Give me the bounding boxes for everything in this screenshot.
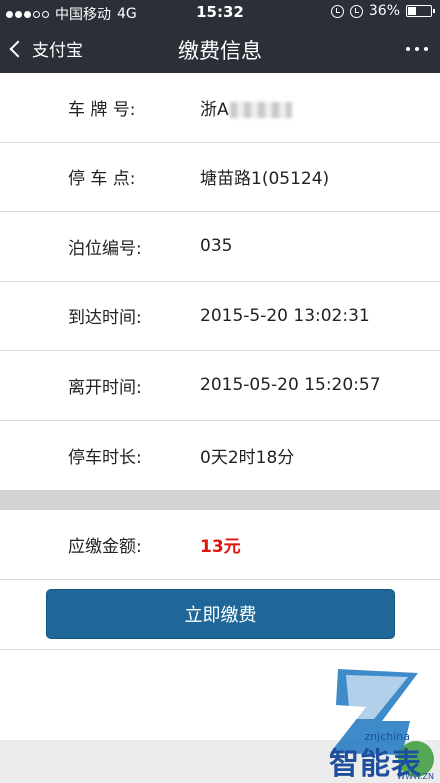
watermark-site: WWW.ZN — [397, 772, 434, 781]
battery-percentage: 36% — [368, 3, 400, 19]
berth-value: 035 — [200, 236, 233, 257]
amount-label: 应缴金额: — [68, 537, 142, 557]
pay-button-area: 立即缴费 — [0, 580, 440, 650]
status-bar: 中国移动 4G 15:32 36% — [0, 0, 440, 26]
section-divider — [0, 490, 440, 510]
amount-value: 13元 — [200, 537, 241, 557]
departure-label: 离开时间: — [68, 377, 142, 398]
arrival-label: 到达时间: — [68, 308, 142, 329]
top-bar: 中国移动 4G 15:32 36% 支付宝 缴费信息 — [0, 0, 440, 73]
plate-label: 车 牌 号: — [68, 99, 136, 120]
alarm-icon — [349, 4, 363, 18]
berth-label: 泊位编号: — [68, 238, 142, 259]
nav-bar: 支付宝 缴费信息 — [0, 26, 440, 73]
detail-row-plate: 车 牌 号: 浙A — [0, 73, 440, 143]
detail-row-location: 停 车 点: 塘苗路1(05124) — [0, 143, 440, 212]
watermark-logo: znjchina 智能表 WWW.ZN — [290, 663, 440, 783]
detail-row-arrival: 到达时间: 2015-5-20 13:02:31 — [0, 282, 440, 351]
pay-now-button[interactable]: 立即缴费 — [46, 589, 395, 639]
arrival-value: 2015-5-20 13:02:31 — [200, 305, 370, 326]
detail-row-berth: 泊位编号: 035 — [0, 212, 440, 282]
duration-value: 0天2时18分 — [200, 447, 295, 468]
amount-row: 应缴金额: 13元 — [0, 510, 440, 580]
detail-row-duration: 停车时长: 0天2时18分 — [0, 421, 440, 491]
location-label: 停 车 点: — [68, 169, 136, 190]
plate-value: 浙A — [200, 99, 229, 120]
departure-value: 2015-05-20 15:20:57 — [200, 375, 381, 396]
detail-row-departure: 离开时间: 2015-05-20 15:20:57 — [0, 351, 440, 421]
payment-details: 车 牌 号: 浙A 停 车 点: 塘苗路1(05124) 泊位编号: 035 到… — [0, 73, 440, 490]
more-options-icon[interactable] — [406, 47, 428, 51]
page-title: 缴费信息 — [178, 39, 262, 63]
duration-label: 停车时长: — [68, 447, 142, 468]
redacted-plate — [229, 101, 292, 118]
rotation-lock-icon — [330, 4, 344, 18]
battery-icon — [406, 5, 435, 17]
location-value: 塘苗路1(05124) — [200, 169, 330, 190]
